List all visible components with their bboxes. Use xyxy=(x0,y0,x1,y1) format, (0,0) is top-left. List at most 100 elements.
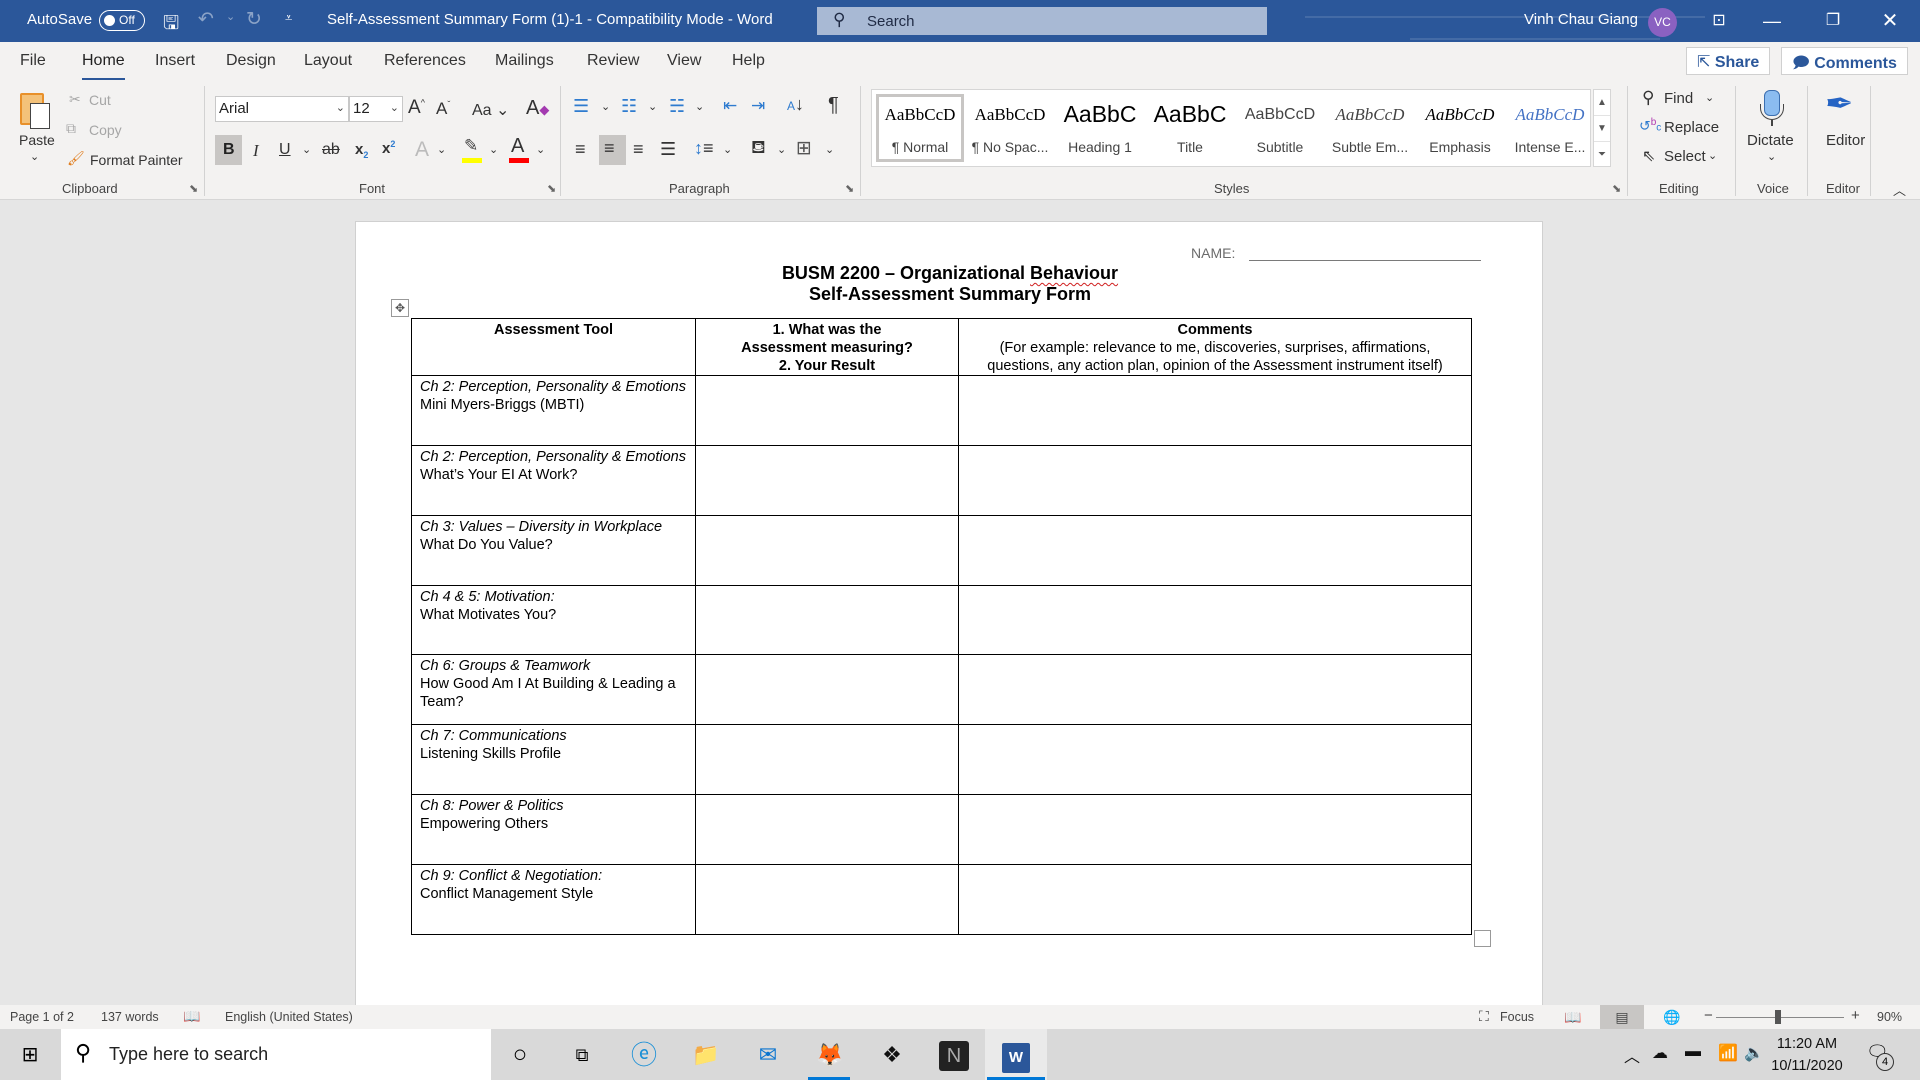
firefox-icon[interactable]: 🦊 xyxy=(810,1037,850,1073)
tab-references[interactable]: References xyxy=(384,52,466,70)
text-effects-dropdown-icon[interactable]: ⌄ xyxy=(437,143,446,156)
style-emphasis[interactable]: AaBbCcD Emphasis xyxy=(1416,94,1504,162)
shrink-font-icon[interactable]: Aˇ xyxy=(436,99,450,119)
font-size-combo[interactable]: 12 ⌄ xyxy=(349,96,403,122)
edge-icon[interactable]: ⓔ xyxy=(624,1037,664,1073)
editor-button[interactable]: Editor xyxy=(1826,132,1865,149)
result-cell[interactable] xyxy=(695,794,959,865)
line-spacing-icon[interactable]: ↕≡ xyxy=(694,138,714,159)
show-hidden-icons[interactable]: ︿ xyxy=(1624,1043,1640,1067)
table-resize-handle[interactable] xyxy=(1474,930,1491,947)
zoom-level[interactable]: 90% xyxy=(1877,1010,1902,1024)
proofing-icon[interactable]: 📖 xyxy=(183,1008,200,1025)
assessment-tool-cell[interactable]: Ch 8: Power & Politics Empowering Others xyxy=(411,794,696,865)
increase-indent-icon[interactable]: ⇥ xyxy=(751,96,765,116)
document-page[interactable]: NAME: BUSM 2200 – Organizational Behavio… xyxy=(355,221,1543,1011)
paste-button[interactable]: Paste xyxy=(19,132,55,148)
numbering-icon[interactable]: ☷ xyxy=(621,96,637,117)
comments-cell[interactable] xyxy=(958,445,1472,516)
font-color-button[interactable]: A xyxy=(507,135,533,164)
clear-formatting-icon[interactable]: A◆ xyxy=(526,97,549,120)
assessment-tool-cell[interactable]: Ch 3: Values – Diversity in Workplace Wha… xyxy=(411,515,696,586)
comments-cell[interactable] xyxy=(958,515,1472,586)
editor-pen-icon[interactable]: ✒ xyxy=(1825,84,1854,124)
styles-gallery-scroll[interactable]: ▲ ▼ ⏷ xyxy=(1593,89,1611,167)
line-spacing-dropdown-icon[interactable]: ⌄ xyxy=(723,143,732,156)
result-cell[interactable] xyxy=(695,724,959,795)
zoom-out-button[interactable]: − xyxy=(1704,1007,1713,1024)
save-icon[interactable]: 🖫 xyxy=(163,9,179,41)
undo-dropdown-icon[interactable]: ⌄ xyxy=(226,10,235,23)
borders-dropdown-icon[interactable]: ⌄ xyxy=(825,143,834,156)
onedrive-icon[interactable]: ☁ xyxy=(1652,1043,1668,1063)
assessment-tool-cell[interactable]: Ch 2: Perception, Personality & Emotions… xyxy=(411,445,696,516)
highlight-dropdown-icon[interactable]: ⌄ xyxy=(489,143,498,156)
scroll-up-icon[interactable]: ▲ xyxy=(1594,90,1610,116)
select-dropdown-icon[interactable]: ⌄ xyxy=(1708,149,1717,162)
tab-mailings[interactable]: Mailings xyxy=(495,52,554,70)
wifi-icon[interactable]: 📶 xyxy=(1718,1043,1738,1063)
replace-button[interactable]: Replace xyxy=(1664,119,1719,136)
format-painter-button[interactable]: Format Painter xyxy=(90,152,183,168)
share-button[interactable]: ⇱ Share xyxy=(1686,47,1771,75)
align-right-icon[interactable]: ≡ xyxy=(633,139,644,160)
word-icon[interactable]: W xyxy=(996,1037,1036,1073)
text-effects-icon[interactable]: A xyxy=(415,138,429,162)
justify-icon[interactable]: ☰ xyxy=(660,139,676,160)
tab-design[interactable]: Design xyxy=(226,52,276,70)
customize-qat-icon[interactable]: ⩡ xyxy=(285,10,292,26)
tab-review[interactable]: Review xyxy=(587,52,639,70)
app-n-icon[interactable]: N xyxy=(934,1037,974,1073)
language[interactable]: English (United States) xyxy=(225,1010,353,1024)
battery-icon[interactable]: ▬ xyxy=(1685,1043,1701,1061)
page-count[interactable]: Page 1 of 2 xyxy=(10,1010,74,1024)
comments-cell[interactable] xyxy=(958,724,1472,795)
redo-icon[interactable]: ↻ xyxy=(246,8,262,31)
grow-font-icon[interactable]: A^ xyxy=(408,97,425,119)
windows-start-icon[interactable]: ⊞ xyxy=(10,1037,50,1073)
bullets-dropdown-icon[interactable]: ⌄ xyxy=(601,100,610,113)
web-layout-icon[interactable]: 🌐 xyxy=(1650,1005,1694,1029)
search-box[interactable]: ⚲ Search xyxy=(817,7,1267,35)
task-view-icon[interactable]: ⧉ xyxy=(562,1037,602,1073)
font-color-dropdown-icon[interactable]: ⌄ xyxy=(536,143,545,156)
align-center-button[interactable]: ≡ xyxy=(599,135,626,165)
align-left-icon[interactable]: ≡ xyxy=(575,139,586,160)
close-button[interactable]: ✕ xyxy=(1870,6,1910,36)
result-cell[interactable] xyxy=(695,585,959,655)
cut-button[interactable]: Cut xyxy=(89,92,111,108)
paste-icon[interactable] xyxy=(20,89,52,129)
volume-icon[interactable]: 🔈 xyxy=(1744,1043,1764,1063)
tab-insert[interactable]: Insert xyxy=(155,52,195,70)
style-subtitle[interactable]: AaBbCcD Subtitle xyxy=(1236,94,1324,162)
user-name[interactable]: Vinh Chau Giang xyxy=(1524,11,1638,28)
strikethrough-button[interactable]: ab xyxy=(322,141,340,159)
assessment-tool-cell[interactable]: Ch 4 & 5: Motivation: What Motivates You? xyxy=(411,585,696,655)
comments-button[interactable]: 🗩 Comments xyxy=(1781,47,1908,75)
focus-mode-button[interactable]: Focus xyxy=(1500,1010,1534,1024)
table-move-handle-icon[interactable]: ✥ xyxy=(391,299,409,317)
tab-home[interactable]: Home xyxy=(82,52,125,81)
bullets-icon[interactable]: ☰ xyxy=(573,96,589,117)
styles-launcher-icon[interactable]: ⬊ xyxy=(1612,182,1621,195)
tab-view[interactable]: View xyxy=(667,52,701,70)
undo-icon[interactable]: ↶ xyxy=(198,8,214,31)
result-cell[interactable] xyxy=(695,864,959,935)
misspelled-word[interactable]: Behaviour xyxy=(1030,263,1118,283)
cortana-icon[interactable]: ○ xyxy=(500,1037,540,1073)
zoom-in-button[interactable]: + xyxy=(1851,1007,1860,1024)
style-heading-1[interactable]: AaBbC Heading 1 xyxy=(1056,94,1144,162)
comments-cell[interactable] xyxy=(958,585,1472,655)
paragraph-launcher-icon[interactable]: ⬊ xyxy=(845,182,854,195)
word-count[interactable]: 137 words xyxy=(101,1010,159,1024)
find-dropdown-icon[interactable]: ⌄ xyxy=(1705,91,1714,104)
result-cell[interactable] xyxy=(695,445,959,516)
assessment-tool-cell[interactable]: Ch 9: Conflict & Negotiation: Conflict Ma… xyxy=(411,864,696,935)
style-title[interactable]: AaBbC Title xyxy=(1146,94,1234,162)
clock[interactable]: 11:20 AM 10/11/2020 xyxy=(1762,1033,1852,1077)
minimize-button[interactable]: — xyxy=(1752,6,1792,36)
avatar[interactable]: VC xyxy=(1648,8,1677,37)
show-formatting-marks-icon[interactable]: ¶ xyxy=(828,94,839,117)
assessment-tool-cell[interactable]: Ch 7: Communications Listening Skills Pro… xyxy=(411,724,696,795)
result-cell[interactable] xyxy=(695,375,959,446)
